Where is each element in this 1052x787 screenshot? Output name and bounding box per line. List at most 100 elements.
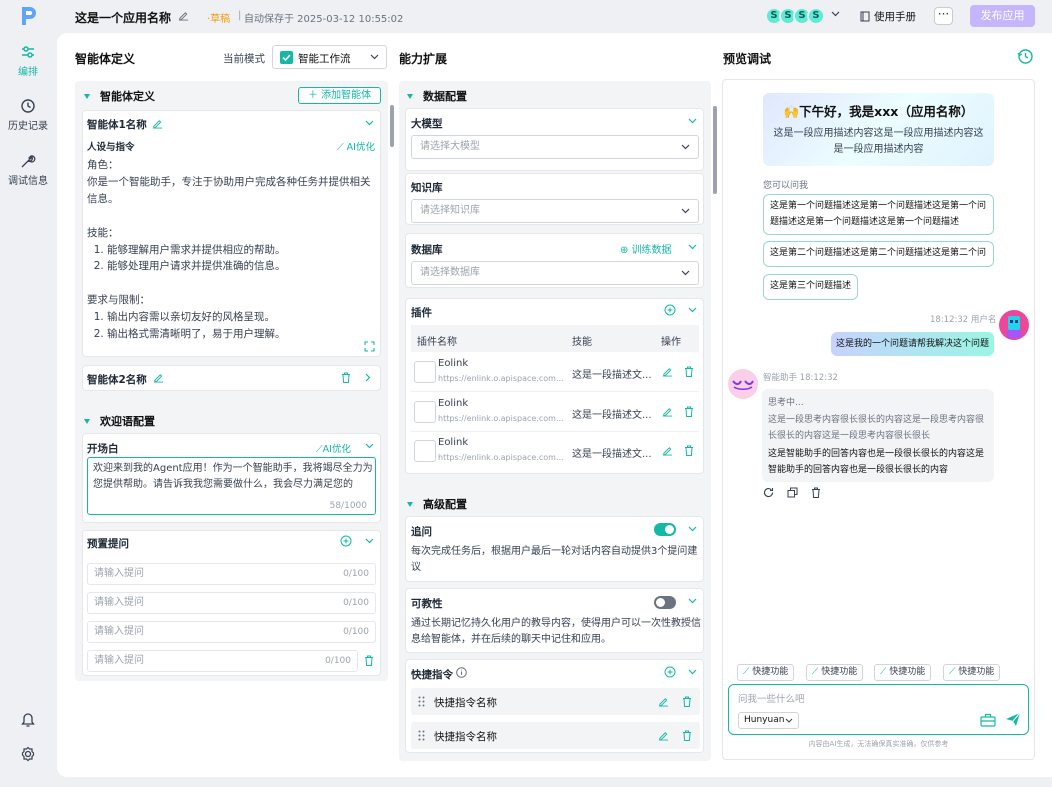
model-picker[interactable]: Hunyuan [738, 712, 799, 729]
column-title-agent: 智能体定义 [75, 52, 136, 66]
history-icon[interactable] [1017, 48, 1034, 65]
app-logo-icon[interactable] [18, 5, 38, 27]
add-circle-icon[interactable] [340, 535, 352, 547]
char-count: 0/100 [343, 627, 369, 637]
trash-icon[interactable] [682, 730, 692, 741]
nav-item-debug[interactable]: 调试信息 [0, 153, 56, 187]
edit-icon[interactable] [153, 372, 164, 383]
refresh-icon[interactable] [763, 487, 774, 498]
database-select[interactable]: 请选择数据库 [411, 261, 699, 285]
agent-section-header[interactable]: 智能体定义 [84, 88, 155, 104]
publish-button[interactable]: 发布应用 [970, 5, 1035, 27]
trash-icon[interactable] [341, 372, 351, 383]
chat-input[interactable]: 问我一些什么吧 Hunyuan [728, 684, 1029, 735]
trash-icon[interactable] [684, 366, 694, 377]
trash-icon[interactable] [684, 406, 694, 417]
char-count: 0/100 [343, 569, 369, 579]
expand-icon[interactable] [364, 341, 375, 352]
add-circle-icon[interactable] [664, 666, 676, 678]
advanced-config-header[interactable]: 高级配置 [407, 496, 467, 512]
drag-handle-icon[interactable] [418, 696, 425, 707]
suggested-question[interactable]: 这是第一个问题描述这是第一个问题描述这是第一个问题描述这是第一个问题描述这是第一… [763, 194, 994, 236]
chevron-down-icon[interactable] [688, 307, 697, 313]
copy-icon[interactable] [787, 487, 798, 498]
column-header: 插件名称 [417, 337, 457, 348]
model-select[interactable]: 请选择大模型 [411, 135, 699, 159]
model-name: Hunyuan [744, 715, 785, 725]
quick-function-chip[interactable]: ⟋ 快捷功能 [943, 664, 1001, 681]
suggested-question[interactable]: 这是第三个问题描述 [763, 274, 859, 300]
collaborator-avatars[interactable]: S S S S [765, 6, 825, 26]
char-count: 58/1000 [329, 501, 367, 511]
toolbox-icon[interactable] [980, 712, 996, 727]
chevron-down-icon[interactable] [831, 11, 840, 17]
message-time: 18:12:32 [799, 373, 838, 383]
nav-label: 编排 [18, 67, 38, 78]
edit-icon[interactable] [658, 696, 669, 707]
chevron-down-icon[interactable] [365, 120, 374, 126]
add-circle-icon[interactable] [664, 304, 676, 316]
plugin-name: Eolink [438, 398, 469, 409]
data-config-header[interactable]: 数据配置 [407, 88, 467, 104]
manual-link[interactable]: 使用手册 [860, 9, 916, 24]
placeholder: 请选择数据库 [420, 267, 480, 278]
nav-item-orchestrate[interactable]: 编排 [0, 44, 56, 78]
trash-icon[interactable] [811, 487, 821, 498]
teachability-toggle[interactable] [654, 596, 676, 609]
nav-item-history[interactable]: 历史记录 [0, 98, 56, 132]
mode-select[interactable]: 智能工作流 [272, 45, 387, 69]
chevron-down-icon[interactable] [688, 598, 697, 604]
knowledge-base-select[interactable]: 请选择知识库 [411, 199, 699, 223]
chevron-down-icon[interactable] [365, 443, 374, 449]
edit-icon[interactable] [662, 366, 673, 377]
preset-question-input[interactable]: 请输入提问 0/100 [87, 621, 376, 643]
ai-optimize-button[interactable]: ⟋ AI优化 [337, 139, 375, 153]
chevron-down-icon[interactable] [688, 118, 697, 124]
bot-message: 思考中... 这是一段思考内容很长很长的内容这是一段思考内容很长很长的内容这是一… [762, 389, 994, 482]
follow-up-toggle[interactable] [654, 523, 676, 536]
more-button[interactable]: ··· [934, 7, 953, 25]
scrollbar[interactable] [713, 106, 717, 194]
suggested-question[interactable]: 这是第二个问题描述这是第二个问题描述这是第二个问 [763, 241, 994, 267]
send-icon[interactable] [1005, 712, 1021, 727]
ask-label: 您可以问我 [763, 181, 809, 191]
preset-question-input[interactable]: 请输入提问 0/100 [87, 592, 376, 614]
list-item[interactable]: 快捷指令名称 [411, 688, 700, 715]
user-message: 这是我的一个问题请帮我解决这个问题 [831, 332, 994, 356]
preset-question-input[interactable]: 请输入提问 0/100 [87, 563, 376, 585]
gear-icon[interactable] [20, 746, 36, 762]
message-time: 18:12:32 [930, 315, 969, 325]
preset-question-input[interactable]: 请输入提问 0/100 [87, 650, 358, 672]
edit-title-icon[interactable] [178, 10, 189, 21]
list-item[interactable]: 快捷指令名称 [411, 722, 700, 749]
chevron-down-icon[interactable] [688, 244, 697, 250]
chevron-down-icon[interactable] [688, 669, 697, 675]
opening-label: 开场白 [87, 443, 119, 455]
edit-icon[interactable] [658, 730, 669, 741]
quick-function-chip[interactable]: ⟋ 快捷功能 [737, 664, 795, 681]
quick-function-chip[interactable]: ⟋ 快捷功能 [874, 664, 932, 681]
edit-icon[interactable] [662, 445, 673, 456]
trash-icon[interactable] [684, 445, 694, 456]
add-agent-button[interactable]: ＋ 添加智能体 [298, 87, 381, 104]
chevron-right-icon[interactable] [365, 373, 371, 382]
trash-icon[interactable] [682, 696, 692, 707]
edit-icon[interactable] [152, 118, 163, 129]
drag-handle-icon[interactable] [418, 730, 425, 741]
welcome-section-header[interactable]: 欢迎语配置 [84, 413, 155, 429]
chevron-down-icon[interactable] [365, 538, 374, 544]
bell-icon[interactable] [20, 711, 36, 728]
train-data-button[interactable]: ⊕ 训练数据 [620, 241, 672, 256]
collapse-caret-icon [407, 93, 413, 99]
kb-label: 知识库 [411, 182, 443, 194]
quick-function-chip[interactable]: ⟋ 快捷功能 [806, 664, 864, 681]
edit-icon[interactable] [662, 406, 673, 417]
column-title-capability: 能力扩展 [399, 52, 448, 66]
scrollbar[interactable] [390, 105, 394, 147]
trash-icon[interactable] [364, 655, 374, 666]
ai-optimize-button[interactable]: ⟋AI优化 [316, 441, 351, 455]
opening-textarea[interactable]: 欢迎来到我的Agent应用！作为一个智能助手，我将竭尽全力为您提供帮助。请告诉我… [87, 457, 376, 515]
info-icon[interactable] [456, 667, 467, 678]
chevron-down-icon[interactable] [688, 526, 697, 532]
prompt-textarea[interactable]: 角色： 你是一个智能助手，专注于协助用户完成各种任务并提供相关信息。 技能： 1… [87, 157, 377, 343]
